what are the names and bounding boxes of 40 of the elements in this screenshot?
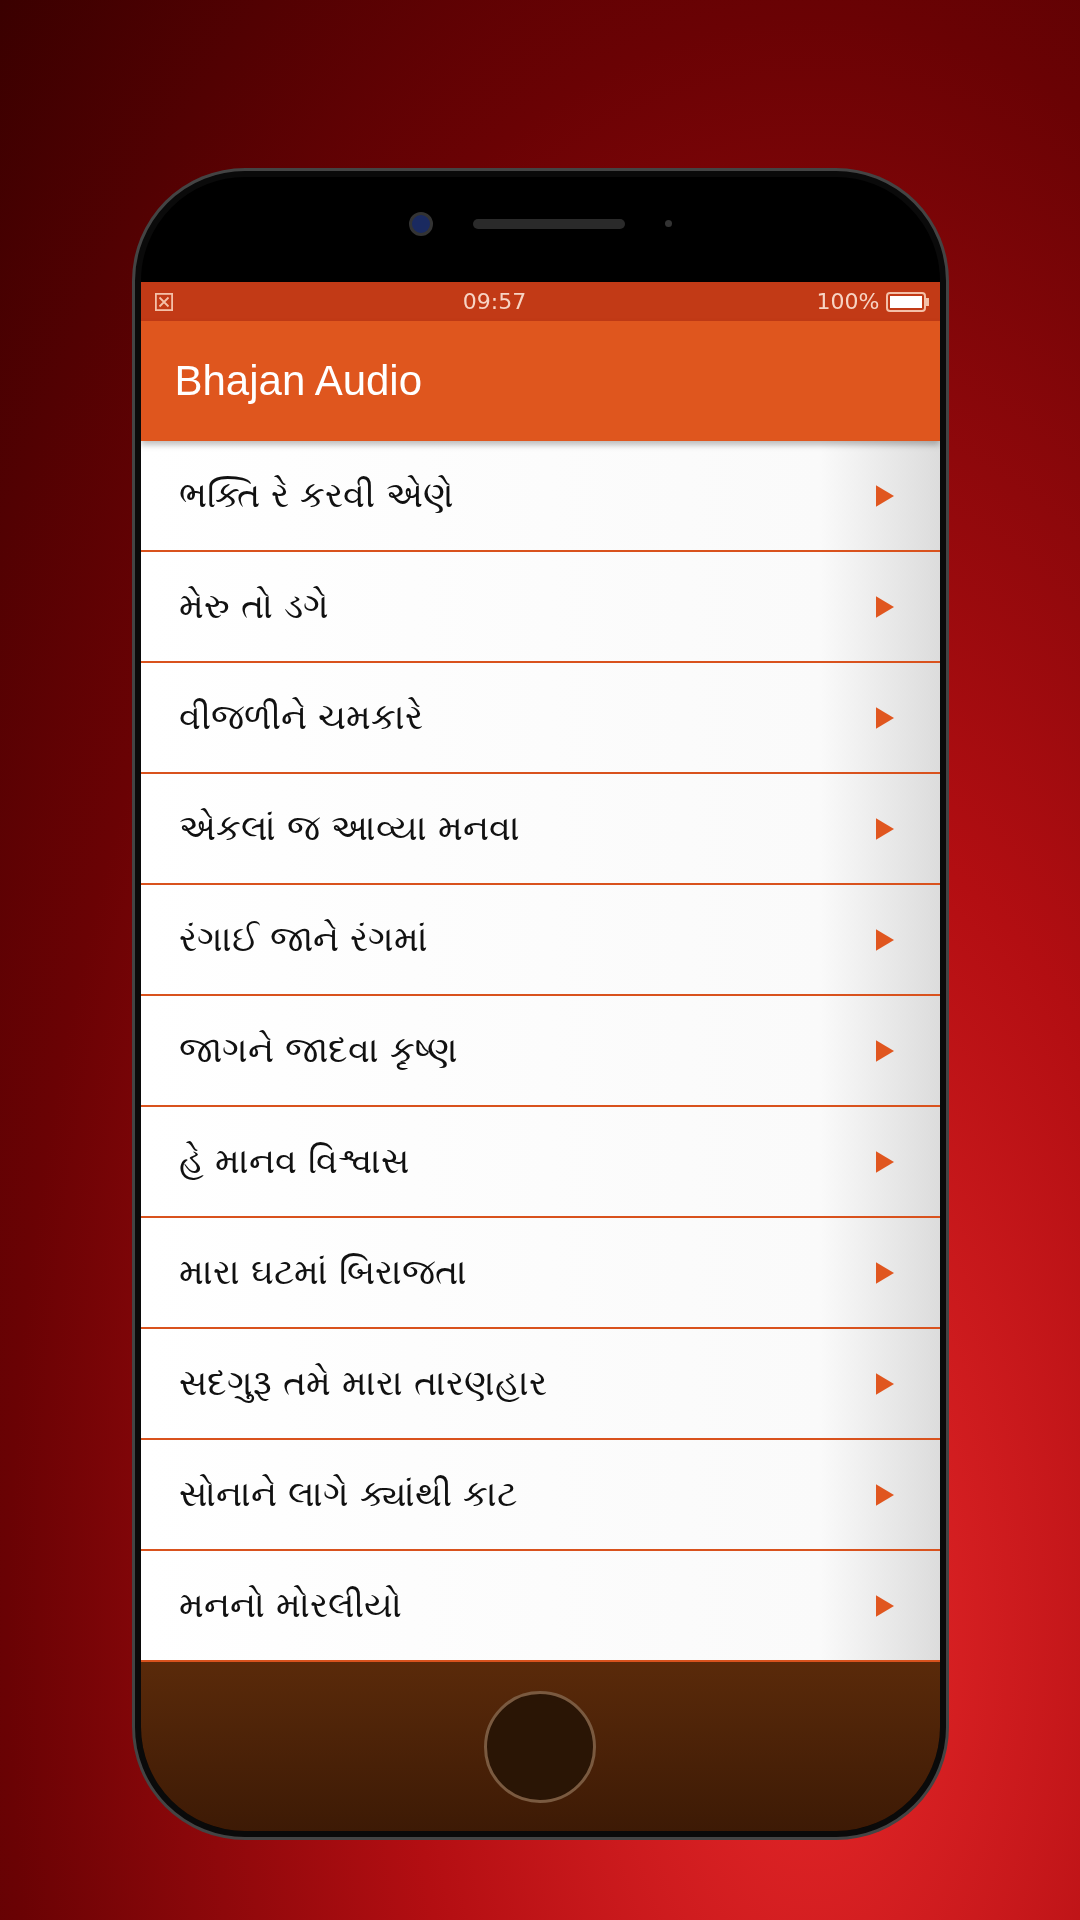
play-icon[interactable] [875, 1483, 894, 1506]
song-row[interactable]: રંગાઈ જાને રંગમાં [140, 885, 940, 996]
app-title: Bhajan Audio [174, 357, 423, 405]
play-icon[interactable] [875, 1372, 894, 1395]
song-title: હે માનવ વિશ્વાસ [178, 1141, 409, 1182]
song-row[interactable]: જાગને જાદવા કૃષ્ણ [140, 996, 940, 1107]
song-row[interactable]: વીજળીને ચમકારે [140, 663, 940, 774]
camera-icon [408, 211, 433, 236]
song-title: ભક્તિ રે કરવી એણે [178, 475, 454, 516]
play-icon[interactable] [875, 484, 894, 507]
play-icon[interactable] [875, 817, 894, 840]
song-title: જાગને જાદવા કૃષ્ણ [178, 1030, 458, 1071]
song-title: મનનો મોરલીયો [178, 1585, 402, 1626]
battery-percent: 100% [816, 289, 880, 314]
play-icon[interactable] [875, 928, 894, 951]
status-time: 09:57 [462, 289, 527, 314]
play-icon[interactable] [875, 1039, 894, 1062]
song-row[interactable]: હે માનવ વિશ્વાસ [140, 1107, 940, 1218]
song-row[interactable]: મનનો મોરલીયો [140, 1551, 940, 1662]
play-icon[interactable] [875, 595, 894, 618]
play-icon[interactable] [875, 1594, 894, 1617]
song-row[interactable]: મેરુ તો ડગે [140, 552, 940, 663]
song-row[interactable]: એકલાં જ આવ્યા મનવા [140, 774, 940, 885]
song-row[interactable]: સોનાને લાગે ક્યાંથી કાટ [140, 1440, 940, 1551]
play-icon[interactable] [875, 1261, 894, 1284]
song-row[interactable]: મારા ઘટમાં બિરાજતા [140, 1218, 940, 1329]
song-title: સોનાને લાગે ક્યાંથી કાટ [178, 1474, 517, 1515]
song-title: વીજળીને ચમકારે [178, 697, 423, 738]
song-title: રંગાઈ જાને રંગમાં [178, 919, 428, 960]
sensor-icon [664, 220, 672, 227]
song-title: સદગુરૂ તમે મારા તારણહાર [178, 1363, 547, 1404]
song-row[interactable]: સદગુરૂ તમે મારા તારણહાર [140, 1329, 940, 1440]
play-icon[interactable] [875, 706, 894, 729]
song-title: મારા ઘટમાં બિરાજતા [178, 1252, 467, 1293]
play-icon[interactable] [875, 1150, 894, 1173]
song-title: મેરુ તો ડગે [178, 586, 329, 627]
song-row[interactable]: ભક્તિ રે કરવી એણે [140, 441, 940, 552]
battery-icon [885, 290, 930, 313]
song-title: એકલાં જ આવ્યા મનવા [178, 808, 520, 849]
notification-icon [154, 292, 173, 311]
